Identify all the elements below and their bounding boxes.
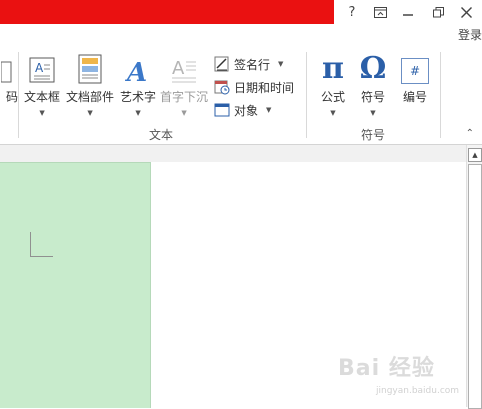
signature-line-icon [214,56,230,72]
dropdown-arrow-icon: ▼ [87,109,93,117]
dropdown-arrow-icon: ▼ [266,106,272,114]
dropdown-arrow-icon: ▼ [181,109,187,117]
scrollbar-thumb[interactable] [468,164,482,409]
quick-parts-button[interactable]: 文档部件 ▼ [66,54,114,117]
close-icon [460,6,472,18]
symbol-button[interactable]: Ω 符号 ▼ [356,54,390,118]
watermark-url: jingyan.baidu.com [376,386,460,396]
quick-parts-label: 文档部件 [66,90,115,104]
date-time-button[interactable]: 日期和时间 [214,77,294,97]
login-link[interactable]: 登录 [458,26,482,43]
svg-text:A: A [124,58,147,84]
group-separator [18,52,19,138]
group-separator [306,52,307,138]
equation-label: 公式 [320,90,345,104]
signature-line-label: 签名行 [234,57,271,72]
title-bar: ? [0,0,482,24]
symbols-group-label: 符号 [361,128,386,142]
scroll-up-button[interactable]: ▲ [468,148,482,162]
number-glyph: # [401,58,429,84]
number-button[interactable]: # 编号 [398,54,432,105]
textbox-icon: A [25,54,59,84]
number-icon: # [398,54,432,84]
dropdown-arrow-icon: ▼ [135,109,141,117]
minimize-icon [403,14,413,16]
account-row: 登录 [0,24,482,46]
partial-icon [0,54,26,84]
close-button[interactable] [452,0,480,24]
title-bar-accent [0,0,334,24]
ribbon-display-icon [373,6,387,18]
collapse-ribbon-button[interactable]: ⌃ [466,128,474,139]
object-icon [214,102,230,118]
drop-cap-label: 首字下沉 [160,90,209,104]
pi-glyph: π [322,51,344,86]
restore-button[interactable] [424,0,452,24]
textbox-button[interactable]: A 文本框 ▼ [24,54,60,117]
watermark: Bai 经验 [338,356,435,381]
partial-button-label: 码 [5,90,18,104]
dropdown-arrow-icon: ▼ [370,109,376,117]
signature-line-button[interactable]: 签名行 ▼ [214,54,283,74]
wordart-label: 艺术字 [120,90,157,104]
svg-text:A: A [172,58,185,79]
svg-text:A: A [35,61,44,75]
equation-icon: π [316,54,350,84]
object-label: 对象 [234,103,259,118]
page-colored-area[interactable] [0,162,151,408]
wordart-button[interactable]: A 艺术字 ▼ [120,54,156,117]
date-time-icon [214,79,230,95]
dropcap-icon: A [167,54,201,84]
wordart-icon: A [121,54,155,84]
symbol-label: 符号 [360,90,385,104]
drop-cap-button[interactable]: A 首字下沉 ▼ [160,54,208,117]
minimize-button[interactable] [394,0,422,24]
omega-glyph: Ω [359,51,387,86]
scroll-up-arrow-icon: ▲ [472,151,478,159]
number-label: 编号 [402,90,427,104]
dropdown-arrow-icon: ▼ [39,109,45,117]
object-button[interactable]: 对象 ▼ [214,100,271,120]
quickparts-icon [73,54,107,84]
group-separator [440,52,441,138]
dropdown-arrow-icon: ▼ [278,60,284,68]
date-time-label: 日期和时间 [234,80,295,95]
margin-corner-mark [30,232,53,257]
equation-button[interactable]: π 公式 ▼ [316,54,350,118]
text-group-label: 文本 [149,128,174,142]
dropdown-arrow-icon: ▼ [330,109,336,117]
symbol-icon: Ω [356,54,390,84]
ribbon-display-options-button[interactable] [366,0,394,24]
help-button[interactable]: ? [338,0,366,24]
restore-icon [432,6,444,17]
textbox-label: 文本框 [24,90,61,104]
partial-ribbon-button[interactable]: 码 [0,54,26,105]
ribbon-insert-tab: 码 A 文本框 ▼ 文档部件 ▼ A 艺术字 ▼ A 首字下沉 ▼ 签名行 ▼ … [0,46,482,145]
